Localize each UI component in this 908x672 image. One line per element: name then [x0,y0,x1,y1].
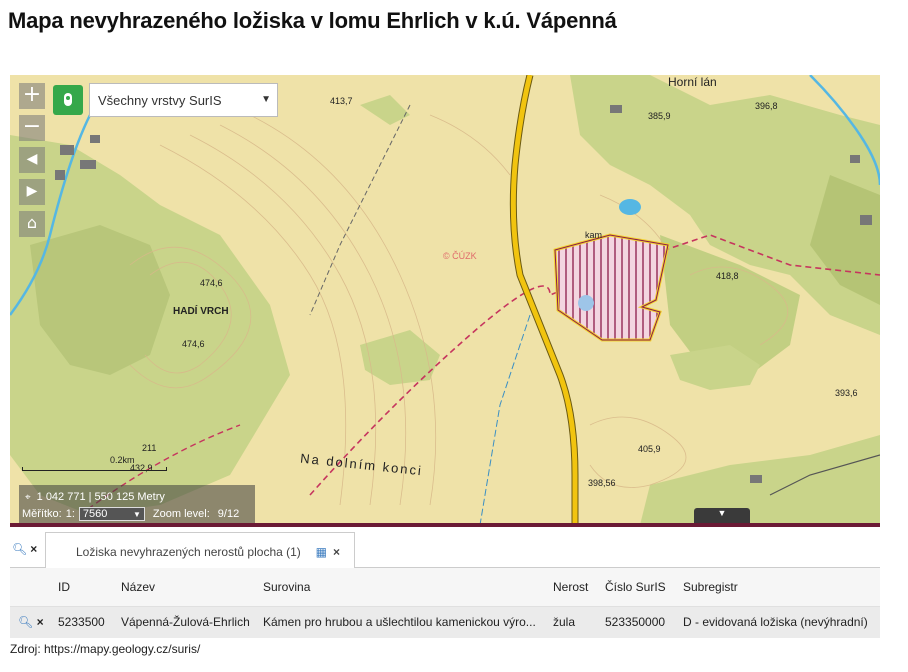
tab-label: Ložiska nevyhrazených nerostů plocha (1) [76,545,301,559]
table-row[interactable]: 🔍︎ × 5233500 Vápenná-Žulová-Ehrlich Káme… [10,606,880,638]
table-icon[interactable]: ▦ [316,545,327,559]
close-icon[interactable]: × [37,615,44,629]
table-header-row: ID Název Surovina Nerost Číslo SurIS Sub… [10,568,880,607]
map-scale-bar [22,467,167,471]
cell-cislo-suris: 523350000 [605,606,683,638]
map-divider [10,523,880,527]
coordinate-readout: ⌖ 1 042 771 | 550 125 Metry [25,491,165,503]
layer-select[interactable]: Všechny vrstvy SurIS ▼ [89,83,278,117]
cell-id: 5233500 [58,606,121,638]
map-canvas[interactable] [10,75,880,525]
home-icon[interactable]: ⌂ [19,211,45,237]
map-label-elev-396: 396,8 [755,101,778,111]
map-label-hadi-vrch: HADÍ VRCH [173,306,229,317]
tab-lozisko-plocha[interactable]: Ložiska nevyhrazených nerostů plocha (1)… [45,532,355,568]
column-header-cislo-suris[interactable]: Číslo SurIS [605,568,683,607]
map-label-elev-418: 418,8 [716,271,739,281]
cell-nerost: žula [553,606,605,638]
cell-surovina: Kámen pro hrubou a ušlechtilou kamenicko… [263,606,553,638]
map-label-horni-lan: Horní lán [668,75,717,89]
chevron-down-icon: ▼ [261,94,271,105]
map-label-elev-393: 393,6 [835,388,858,398]
scale-prefix: 1: [65,508,75,520]
scale-select-value: 7560 [82,508,108,520]
coordinate-panel: ⌖ 1 042 771 | 550 125 Metry Měřítko: 1: 7… [19,485,255,525]
map-viewer[interactable]: HADÍ VRCH Na dolním konci © ČÚZK Horní l… [10,75,880,525]
zoom-all-results-button[interactable]: 🔍︎ × [12,542,37,556]
pan-forward-icon[interactable]: ▶ [19,179,45,205]
column-header-surovina[interactable]: Surovina [263,568,553,607]
map-label-elev-474a: 474,6 [200,278,223,288]
cell-subregistr: D - evidovaná ložiska (nevýhradní) [683,606,880,638]
zoom-level-value: 9/12 [217,508,240,520]
column-header-nerost[interactable]: Nerost [553,568,605,607]
scale-select[interactable]: 7560 ▼ [78,507,145,521]
zoom-level-label: Zoom level: [152,508,210,520]
map-label-elev-405: 405,9 [638,444,661,454]
layer-toggle-button[interactable] [53,85,83,115]
map-label-cuzk: © ČÚZK [443,251,477,261]
row-actions: 🔍︎ × [10,606,58,638]
results-table: ID Název Surovina Nerost Číslo SurIS Sub… [10,568,880,638]
chevron-down-icon: ▼ [133,510,141,519]
map-label-elev-413: 413,7 [330,96,353,106]
column-header-subregistr[interactable]: Subregistr [683,568,880,607]
search-icon: 🔍︎ [12,542,28,556]
cell-nazev: Vápenná-Žulová-Ehrlich [121,606,263,638]
page-title: Mapa nevyhrazeného ložiska v lomu Ehrlic… [8,8,617,33]
column-header-id[interactable]: ID [58,568,121,607]
layer-select-value: Všechny vrstvy SurIS [98,93,222,108]
map-label-elev-474b: 474,6 [182,339,205,349]
coordinates-text: 1 042 771 | 550 125 Metry [36,491,165,503]
pan-back-icon[interactable]: ◀ [19,147,45,173]
crosshair-icon: ⌖ [25,492,31,503]
close-icon[interactable]: × [333,545,340,559]
map-label-scale-km: 0.2km [110,455,135,465]
chevron-down-icon: ▼ [717,508,727,518]
zoom-in-button[interactable]: + [19,83,45,109]
search-icon[interactable]: 🔍︎ [18,615,33,629]
column-header-actions [10,568,58,607]
close-icon[interactable]: × [30,542,37,556]
column-header-nazev[interactable]: Název [121,568,263,607]
map-label-elev-385: 385,9 [648,111,671,121]
zoom-out-button[interactable]: − [19,115,45,141]
result-tabs: 🔍︎ × Ložiska nevyhrazených nerostů ploch… [10,528,880,568]
source-note: Zdroj: https://mapy.geology.cz/suris/ [10,642,201,656]
map-label-kamen: kam [585,230,603,240]
layer-marker-icon [64,93,72,106]
map-label-elev-398: 398,56 [588,478,616,488]
map-label-211: 211 [142,443,157,453]
scale-label: Měřítko: [22,508,62,520]
